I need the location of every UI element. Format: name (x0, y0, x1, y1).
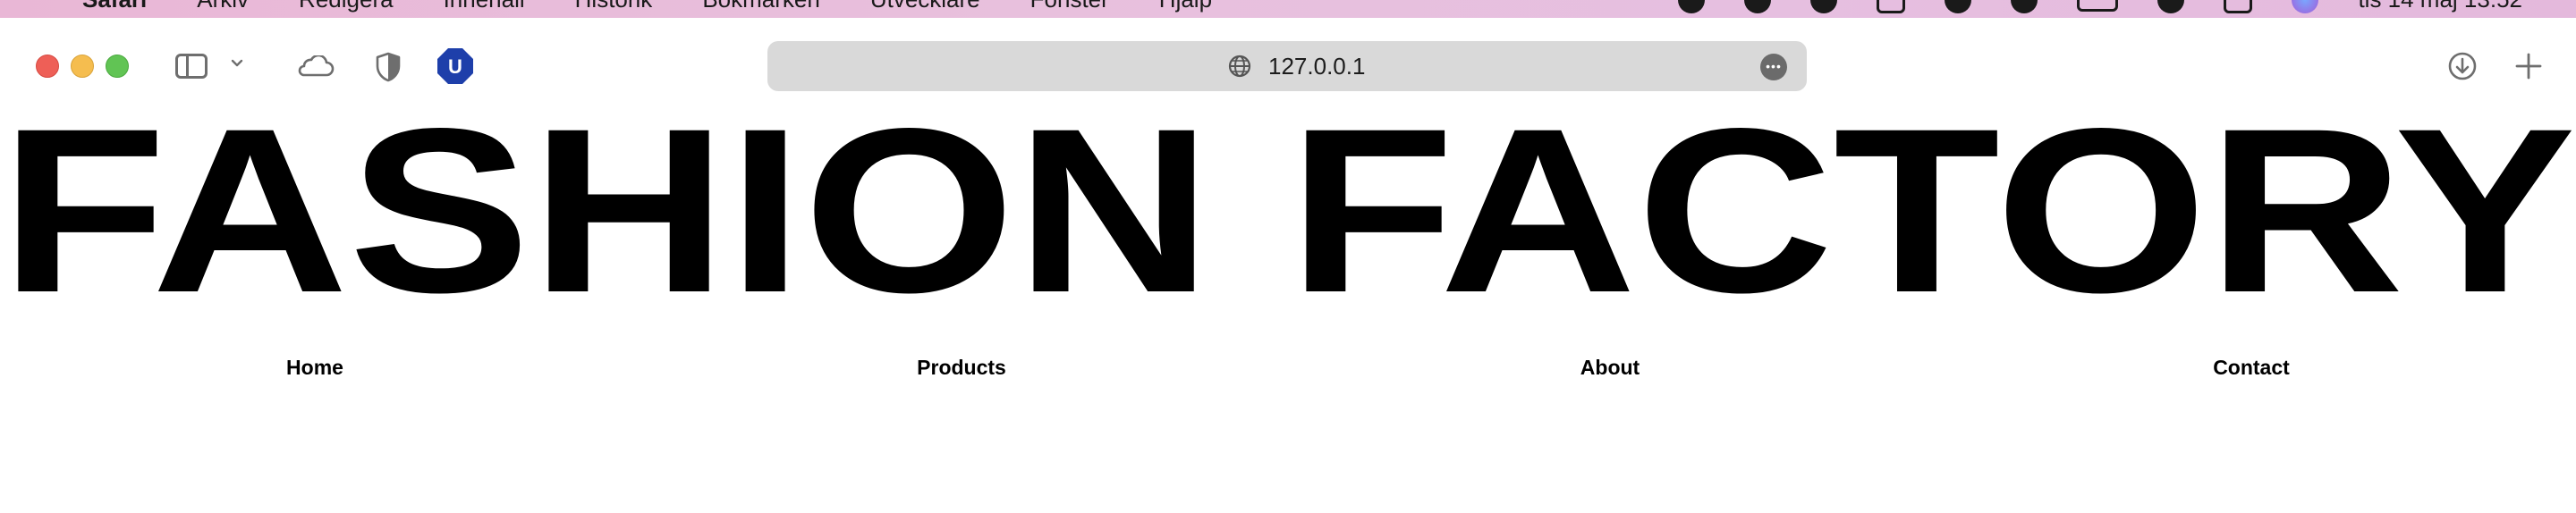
menu-item-historik[interactable]: Historik (575, 0, 653, 13)
nav-home-link[interactable]: Home (286, 354, 343, 381)
menu-item-hjalp[interactable]: Hjälp (1159, 0, 1212, 13)
chevron-down-icon[interactable] (231, 57, 243, 70)
menu-item-utvecklare[interactable]: Utvecklare (870, 0, 980, 13)
hero-title: FASHION FACTORY (0, 113, 2576, 309)
control-center-icon[interactable] (2224, 0, 2253, 13)
menu-item-arkiv[interactable]: Arkiv (197, 0, 249, 13)
menu-bar-clock[interactable]: tis 14 maj 13:52 (2358, 0, 2522, 13)
menu-item-fonster[interactable]: Fönster (1030, 0, 1109, 13)
more-icon[interactable] (1760, 54, 1787, 80)
menu-item-bokmarken[interactable]: Bokmärken (702, 0, 820, 13)
menu-app-name[interactable]: Safari (82, 0, 147, 13)
browser-toolbar: U 127.0.0.1 (0, 18, 2576, 113)
window-maximize-button[interactable] (106, 55, 129, 78)
volume-icon[interactable] (1945, 0, 1972, 13)
calendar-icon[interactable] (1877, 0, 1906, 13)
macos-menu-bar: Safari Arkiv Redigera Innehåll Historik … (0, 0, 2576, 18)
url-text[interactable]: 127.0.0.1 (1268, 52, 1365, 80)
address-bar[interactable]: 127.0.0.1 (767, 41, 1807, 91)
extension-badge-letter: U (448, 55, 462, 78)
airdrop-icon[interactable] (1744, 0, 1772, 13)
nav-products-link[interactable]: Products (917, 354, 1006, 381)
plus-icon[interactable] (2513, 51, 2544, 81)
browser-window: U 127.0.0.1 ••• FASHION FACTORY Home Pro… (0, 18, 2576, 513)
main-nav: Home Products About Contact (0, 354, 2576, 390)
shield-icon[interactable] (376, 52, 401, 82)
web-page: FASHION FACTORY Home Products About Cont… (0, 113, 2576, 513)
battery-icon[interactable] (2077, 0, 2119, 12)
menu-bar-status: tis 14 maj 13:52 (1678, 0, 2522, 13)
focus-icon[interactable] (1810, 0, 1838, 13)
siri-icon[interactable] (2292, 0, 2319, 13)
download-icon[interactable] (2447, 51, 2478, 81)
sidebar-icon[interactable] (175, 54, 208, 79)
menu-item-innehall[interactable]: Innehåll (444, 0, 525, 13)
menu-item-redigera[interactable]: Redigera (299, 0, 394, 13)
window-minimize-button[interactable] (71, 55, 94, 78)
wifi-icon[interactable] (2157, 0, 2185, 13)
window-close-button[interactable] (36, 55, 59, 78)
screen: Safari Arkiv Redigera Innehåll Historik … (0, 0, 2576, 513)
extension-badge-icon[interactable]: U (436, 47, 474, 85)
site-title: FASHION FACTORY (0, 113, 2576, 309)
nav-about-link[interactable]: About (1580, 354, 1640, 381)
cloud-icon[interactable] (295, 55, 335, 77)
nav-contact-link[interactable]: Contact (2213, 354, 2290, 381)
bluetooth-icon[interactable] (2011, 0, 2038, 13)
status-app-icon[interactable] (1678, 0, 1706, 13)
menu-bar-left: Safari Arkiv Redigera Innehåll Historik … (32, 0, 1262, 13)
globe-icon (1228, 55, 1251, 78)
